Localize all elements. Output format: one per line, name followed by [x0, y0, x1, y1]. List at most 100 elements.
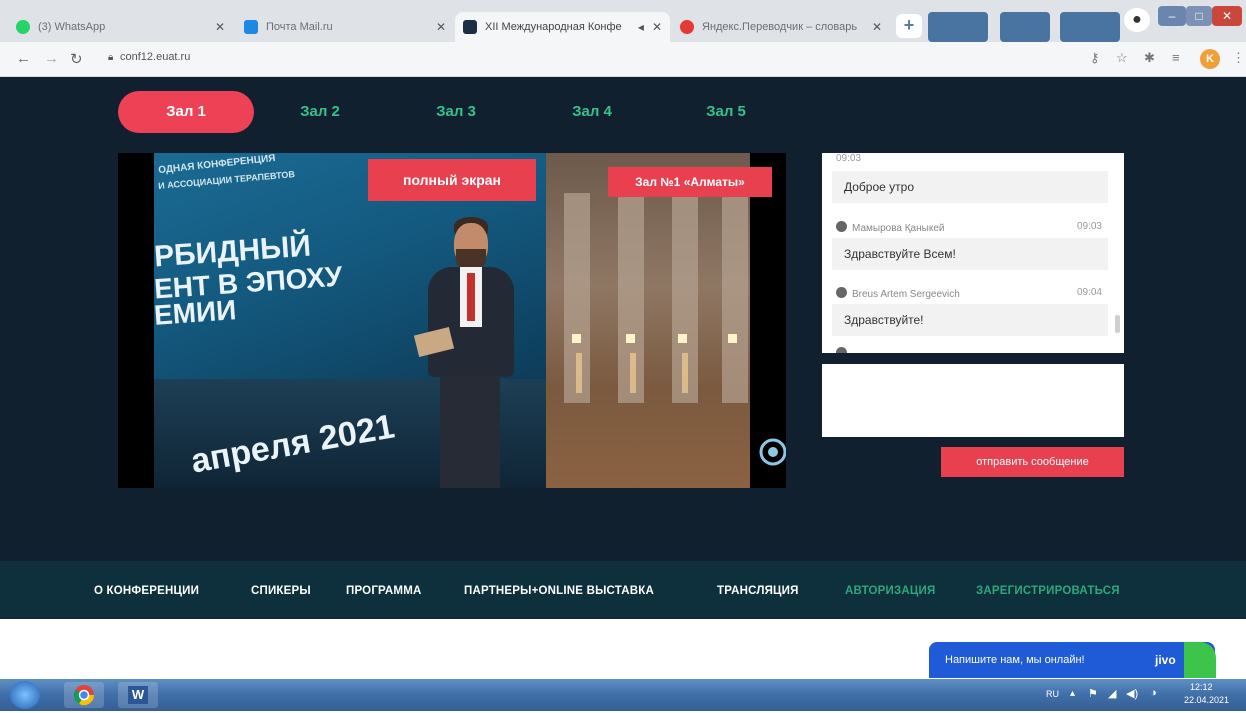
- close-icon[interactable]: ✕: [215, 20, 225, 34]
- video-studio: [546, 153, 750, 488]
- url-field[interactable]: conf12.euat.ru: [120, 51, 190, 63]
- chat-message: Здравствуйте Всем!: [832, 238, 1108, 270]
- key-icon[interactable]: ⚷: [1090, 50, 1100, 66]
- power-icon[interactable]: ◑: [1150, 687, 1157, 699]
- tab-title: (3) WhatsApp: [38, 21, 106, 33]
- forward-icon[interactable]: →: [44, 50, 59, 67]
- site-footer-nav: О КОНФЕРЕНЦИИ СПИКЕРЫ ПРОГРАММА ПАРТНЕРЫ…: [0, 561, 1246, 618]
- network-icon[interactable]: ◢: [1108, 687, 1116, 700]
- tab-translate[interactable]: Яндекс.Переводчик – словарь ✕: [672, 12, 890, 42]
- minimize-icon[interactable]: –: [1158, 6, 1186, 26]
- studio-reflection: [682, 353, 688, 393]
- tab-hall-4[interactable]: Зал 4: [542, 91, 642, 133]
- clock-date[interactable]: 22.04.2021: [1184, 695, 1229, 705]
- video-player[interactable]: ОДНАЯ КОНФЕРЕНЦИЯ И АССОЦИАЦИИ ТЕРАПЕВТО…: [118, 153, 786, 488]
- studio-reflection: [576, 353, 582, 393]
- clock-time[interactable]: 12:12: [1190, 682, 1213, 692]
- maximize-icon[interactable]: □: [1186, 6, 1212, 26]
- banner-big-3: ЕМИИ: [152, 294, 238, 331]
- volume-icon[interactable]: ◀): [1126, 687, 1138, 700]
- message-author-partial: [836, 347, 852, 353]
- tab-title: Яндекс.Переводчик – словарь: [702, 21, 858, 33]
- chat-message: Здравствуйте!: [832, 304, 1108, 336]
- menu-icon[interactable]: ⋮: [1232, 50, 1245, 66]
- author-name: Breus Artem Sergeevich: [852, 289, 960, 300]
- tab-hall-2[interactable]: Зал 2: [270, 91, 370, 133]
- mail-icon: [244, 20, 258, 34]
- message-author: Мамырова Қаныкей: [836, 221, 944, 234]
- taskbar-chrome[interactable]: [64, 682, 104, 708]
- avatar[interactable]: K: [1200, 49, 1220, 69]
- new-tab-icon[interactable]: +: [896, 14, 922, 38]
- tab-mail[interactable]: Почта Mail.ru ✕: [236, 12, 454, 42]
- nav-login[interactable]: АВТОРИЗАЦИЯ: [845, 585, 935, 597]
- taskbar-preview: [1000, 12, 1050, 42]
- window-close-icon[interactable]: ✕: [1212, 6, 1242, 26]
- hall-label: Зал №1 «Алматы»: [608, 167, 772, 197]
- browser-tab-strip: (3) WhatsApp ✕ Почта Mail.ru ✕ XII Между…: [0, 0, 1246, 42]
- address-bar: ← → ↻ 🔒︎ conf12.euat.ru ⚷ ☆ ✱ ≡ K ⋮: [0, 42, 1246, 77]
- studio-light: [728, 334, 737, 343]
- close-icon[interactable]: ✕: [652, 20, 662, 34]
- conference-icon: [463, 20, 477, 34]
- translate-icon: [680, 20, 694, 34]
- send-message-button[interactable]: отправить сообщение: [941, 447, 1124, 477]
- extensions-icon[interactable]: ✱: [1144, 50, 1155, 66]
- studio-light: [572, 334, 581, 343]
- author-name: Мамырова Қаныкей: [852, 223, 945, 234]
- conference-site: Зал 1 Зал 2 Зал 3 Зал 4 Зал 5 ОДНАЯ КОНФ…: [0, 77, 1246, 619]
- studio-reflection: [630, 353, 636, 393]
- speaker-tie: [467, 273, 475, 321]
- lock-icon: 🔒︎: [108, 52, 114, 63]
- tab-conference[interactable]: XII Международная Конфе ◂ ✕: [455, 12, 670, 42]
- taskbar-preview: [928, 12, 988, 42]
- taskbar-preview: [1060, 12, 1120, 42]
- nav-program[interactable]: ПРОГРАММА: [346, 585, 421, 597]
- nav-partners[interactable]: ПАРТНЕРЫ+ONLINE ВЫСТАВКА: [464, 585, 654, 597]
- message-time: 09:03: [1076, 221, 1102, 232]
- chat-message-input[interactable]: [822, 364, 1124, 437]
- back-icon[interactable]: ←: [16, 50, 31, 67]
- nav-broadcast[interactable]: ТРАНСЛЯЦИЯ: [717, 585, 799, 597]
- windows-taskbar: W RU ▴ ⚑ ◢ ◀) ◑ 12:12 22.04.2021: [0, 679, 1246, 711]
- speaker-legs: [440, 375, 500, 488]
- tab-hall-3[interactable]: Зал 3: [406, 91, 506, 133]
- taskbar-word[interactable]: W: [118, 682, 158, 708]
- tab-title: Почта Mail.ru: [266, 21, 333, 33]
- studio-light: [678, 334, 687, 343]
- tab-hall-5[interactable]: Зал 5: [676, 91, 776, 133]
- fullscreen-button[interactable]: полный экран: [368, 159, 536, 201]
- tab-hall-1[interactable]: Зал 1: [118, 91, 254, 133]
- studio-pillar: [722, 193, 748, 403]
- chat-scrollbar[interactable]: [1115, 315, 1120, 333]
- close-icon[interactable]: ✕: [872, 20, 882, 34]
- chat-panel[interactable]: 09:03 Доброе утро Мамырова Қаныкей 09:03…: [822, 153, 1124, 353]
- jivo-prompt: Напишите нам, мы онлайн!: [945, 654, 1085, 666]
- broadcaster-logo-icon: [759, 438, 786, 466]
- chat-message: Доброе утро: [832, 171, 1108, 203]
- message-author: Breus Artem Sergeevich: [836, 287, 960, 300]
- jivo-chat-widget[interactable]: Напишите нам, мы онлайн! jivo: [929, 642, 1215, 678]
- whatsapp-icon: [16, 20, 30, 34]
- tab-whatsapp[interactable]: (3) WhatsApp ✕: [8, 12, 233, 42]
- audio-icon[interactable]: ◂: [638, 20, 644, 34]
- profile-menu-icon[interactable]: ●: [1124, 8, 1150, 32]
- reload-icon[interactable]: ↻: [70, 50, 83, 68]
- bookmark-star-icon[interactable]: ☆: [1116, 50, 1128, 66]
- close-icon[interactable]: ✕: [436, 20, 446, 34]
- jivo-status-icon: [1184, 642, 1216, 678]
- nav-register[interactable]: ЗАРЕГИСТРИРОВАТЬСЯ: [976, 585, 1120, 597]
- jivo-logo: jivo: [1155, 653, 1176, 667]
- user-icon: [836, 347, 847, 353]
- nav-about[interactable]: О КОНФЕРЕНЦИИ: [94, 585, 199, 597]
- chrome-icon: [73, 685, 95, 706]
- start-button[interactable]: [10, 681, 40, 709]
- tab-title: XII Международная Конфе: [485, 21, 622, 33]
- reading-list-icon[interactable]: ≡: [1172, 50, 1180, 65]
- nav-speakers[interactable]: СПИКЕРЫ: [251, 585, 311, 597]
- message-time: 09:04: [1076, 287, 1102, 298]
- flag-icon[interactable]: ⚑: [1088, 687, 1098, 700]
- word-icon: W: [128, 686, 148, 704]
- language-indicator[interactable]: RU: [1046, 689, 1059, 699]
- tray-up-icon[interactable]: ▴: [1070, 688, 1075, 699]
